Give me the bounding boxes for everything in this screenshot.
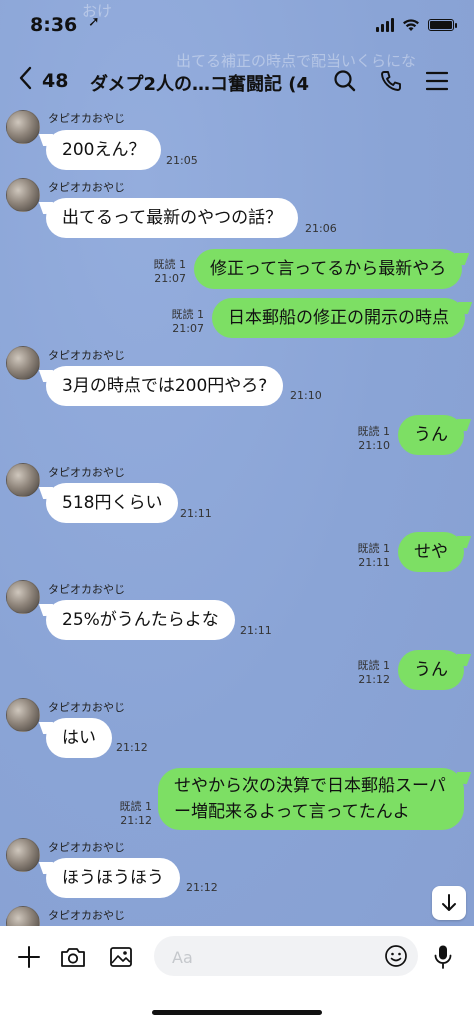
message-time: 21:12	[116, 741, 148, 754]
unread-count[interactable]: 48	[42, 70, 68, 92]
call-button[interactable]	[376, 66, 406, 96]
plus-icon	[18, 946, 40, 968]
read-receipt: 既読 1	[153, 258, 187, 271]
image-icon	[110, 947, 132, 967]
message-time: 21:07	[154, 272, 186, 285]
add-button[interactable]	[14, 942, 44, 972]
message-time: 21:12	[358, 673, 390, 686]
cellular-signal-icon	[376, 18, 394, 32]
incoming-message-bubble[interactable]: 出てるって最新のやつの話？	[46, 198, 299, 238]
gallery-button[interactable]	[106, 942, 136, 972]
hamburger-menu-icon	[426, 71, 448, 91]
message-time: 21:05	[166, 154, 198, 167]
outgoing-message-bubble[interactable]: うん	[398, 415, 464, 455]
incoming-message-bubble[interactable]: 3月の時点では200円やろ?	[46, 366, 284, 406]
message-time: 21:11	[358, 556, 390, 569]
message-time: 21:11	[180, 507, 212, 520]
scroll-to-bottom-button[interactable]	[432, 886, 466, 920]
message-time: 21:06	[305, 222, 337, 235]
sender-name: タピオカおやじ	[48, 909, 125, 922]
incoming-message-bubble[interactable]: 25%がうんたらよな	[46, 600, 235, 640]
sender-avatar[interactable]	[6, 580, 40, 614]
read-receipt: 既読 1	[357, 542, 391, 555]
sender-name: タピオカおやじ	[48, 583, 125, 596]
status-time: 8:36	[30, 14, 78, 36]
incoming-message-bubble[interactable]: 200えん？	[46, 130, 162, 170]
status-bar: 8:36 ➚	[0, 0, 474, 50]
incoming-message-bubble[interactable]: はい	[46, 718, 112, 758]
home-indicator	[152, 1010, 322, 1015]
search-button[interactable]	[330, 66, 360, 96]
microphone-icon	[434, 945, 452, 969]
sender-avatar[interactable]	[6, 463, 40, 497]
sender-name: タピオカおやじ	[48, 112, 125, 125]
wifi-icon	[403, 19, 419, 31]
chevron-left-icon	[19, 66, 32, 90]
arrow-down-icon	[442, 894, 456, 911]
message-time: 21:10	[358, 439, 390, 452]
message-input-box[interactable]	[154, 936, 418, 976]
status-right-icons	[376, 18, 457, 32]
camera-icon	[61, 948, 85, 967]
message-time: 21:10	[290, 389, 322, 402]
message-line: せやから次の決算で日本郵船スーパ	[174, 776, 446, 796]
read-receipt: 既読 1	[119, 800, 153, 813]
read-receipt: 既読 1	[357, 659, 391, 672]
phone-icon	[381, 71, 401, 91]
emoji-button[interactable]	[384, 944, 408, 972]
sender-name: タピオカおやじ	[48, 841, 125, 854]
chat-title[interactable]: ダメプ2人の…コ奮闘記 (4)	[90, 70, 310, 96]
sender-avatar[interactable]	[6, 698, 40, 732]
message-input[interactable]	[170, 944, 364, 970]
sender-name: タピオカおやじ	[48, 466, 125, 479]
sender-name: タピオカおやじ	[48, 349, 125, 362]
sender-avatar[interactable]	[6, 346, 40, 380]
read-receipt: 既読 1	[357, 425, 391, 438]
outgoing-message-bubble[interactable]: うん	[398, 650, 464, 690]
message-input-bar	[0, 926, 474, 1024]
battery-icon	[428, 19, 457, 31]
voice-button[interactable]	[428, 942, 458, 972]
message-line: ー増配来るよって言ってたんよ	[174, 802, 410, 822]
message-time: 21:12	[186, 881, 218, 894]
incoming-message-bubble[interactable]: ほうほうほう	[46, 858, 180, 898]
sender-avatar[interactable]	[6, 838, 40, 872]
menu-button[interactable]	[422, 66, 452, 96]
sender-name: タピオカおやじ	[48, 181, 125, 194]
chat-header: 48 ダメプ2人の…コ奮闘記 (4)	[0, 60, 474, 102]
outgoing-message-bubble[interactable]: 修正って言ってるから最新やろ	[194, 249, 463, 289]
outgoing-message-bubble[interactable]: 日本郵船の修正の開示の時点	[212, 298, 465, 338]
incoming-message-bubble[interactable]: 518円くらい	[46, 483, 179, 523]
sender-avatar[interactable]	[6, 178, 40, 212]
sender-name: タピオカおやじ	[48, 701, 125, 714]
message-time: 21:11	[240, 624, 272, 637]
read-receipt: 既読 1	[171, 308, 205, 321]
smiley-icon	[385, 945, 407, 967]
search-icon	[334, 70, 356, 92]
message-time: 21:07	[172, 322, 204, 335]
outgoing-message-bubble[interactable]: せやから次の決算で日本郵船スーパ ー増配来るよって言ってたんよ	[158, 768, 464, 830]
message-time: 21:12	[120, 814, 152, 827]
location-arrow-icon: ➚	[88, 14, 100, 30]
back-button[interactable]	[18, 66, 32, 96]
camera-button[interactable]	[58, 942, 88, 972]
sender-avatar[interactable]	[6, 110, 40, 144]
outgoing-message-bubble[interactable]: せや	[398, 532, 464, 572]
